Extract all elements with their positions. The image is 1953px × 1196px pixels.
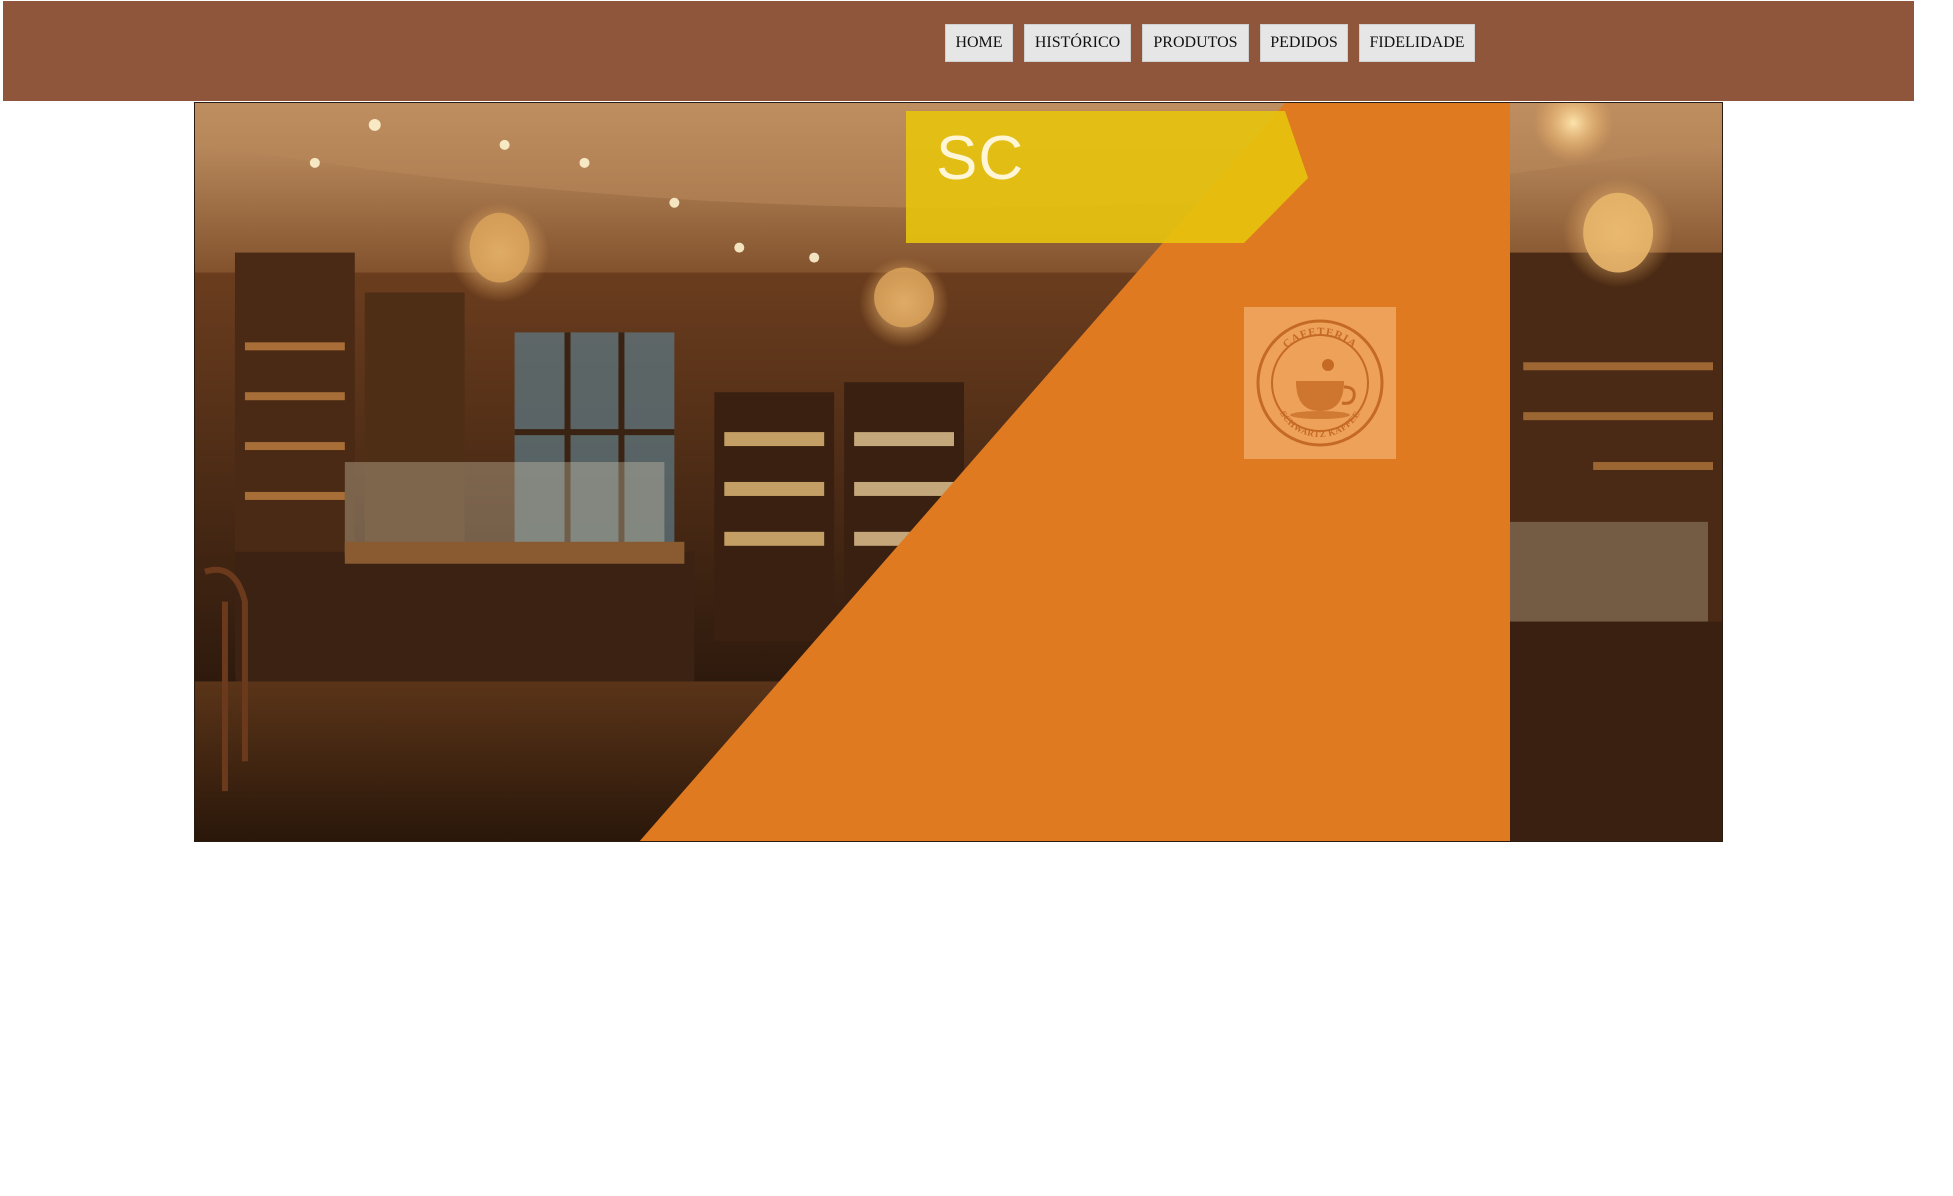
- nav-historico-button[interactable]: HISTÓRICO: [1024, 24, 1131, 62]
- nav-home-button[interactable]: HOME: [945, 24, 1013, 62]
- badge-top-text: CAFETERIA: [1281, 326, 1358, 351]
- nav-produtos-button[interactable]: PRODUTOS: [1142, 24, 1249, 62]
- sc-logo-text: SC: [936, 124, 1025, 193]
- nav-fidelidade-button[interactable]: FIDELIDADE: [1359, 24, 1475, 62]
- nav-pedidos-button[interactable]: PEDIDOS: [1260, 24, 1348, 62]
- top-navigation-bar: HOME HISTÓRICO PRODUTOS PEDIDOS FIDELIDA…: [3, 1, 1914, 101]
- orange-overlay-panel: [639, 103, 1510, 841]
- coffee-cup-icon: CAFETERIA SCHWARTZ KAFFEE: [1256, 319, 1384, 447]
- cafeteria-logo-badge: CAFETERIA SCHWARTZ KAFFEE: [1244, 307, 1396, 459]
- hero-banner: SC CAFETERIA SCHWARTZ KAFFEE: [194, 102, 1723, 842]
- svg-text:CAFETERIA: CAFETERIA: [1281, 326, 1359, 351]
